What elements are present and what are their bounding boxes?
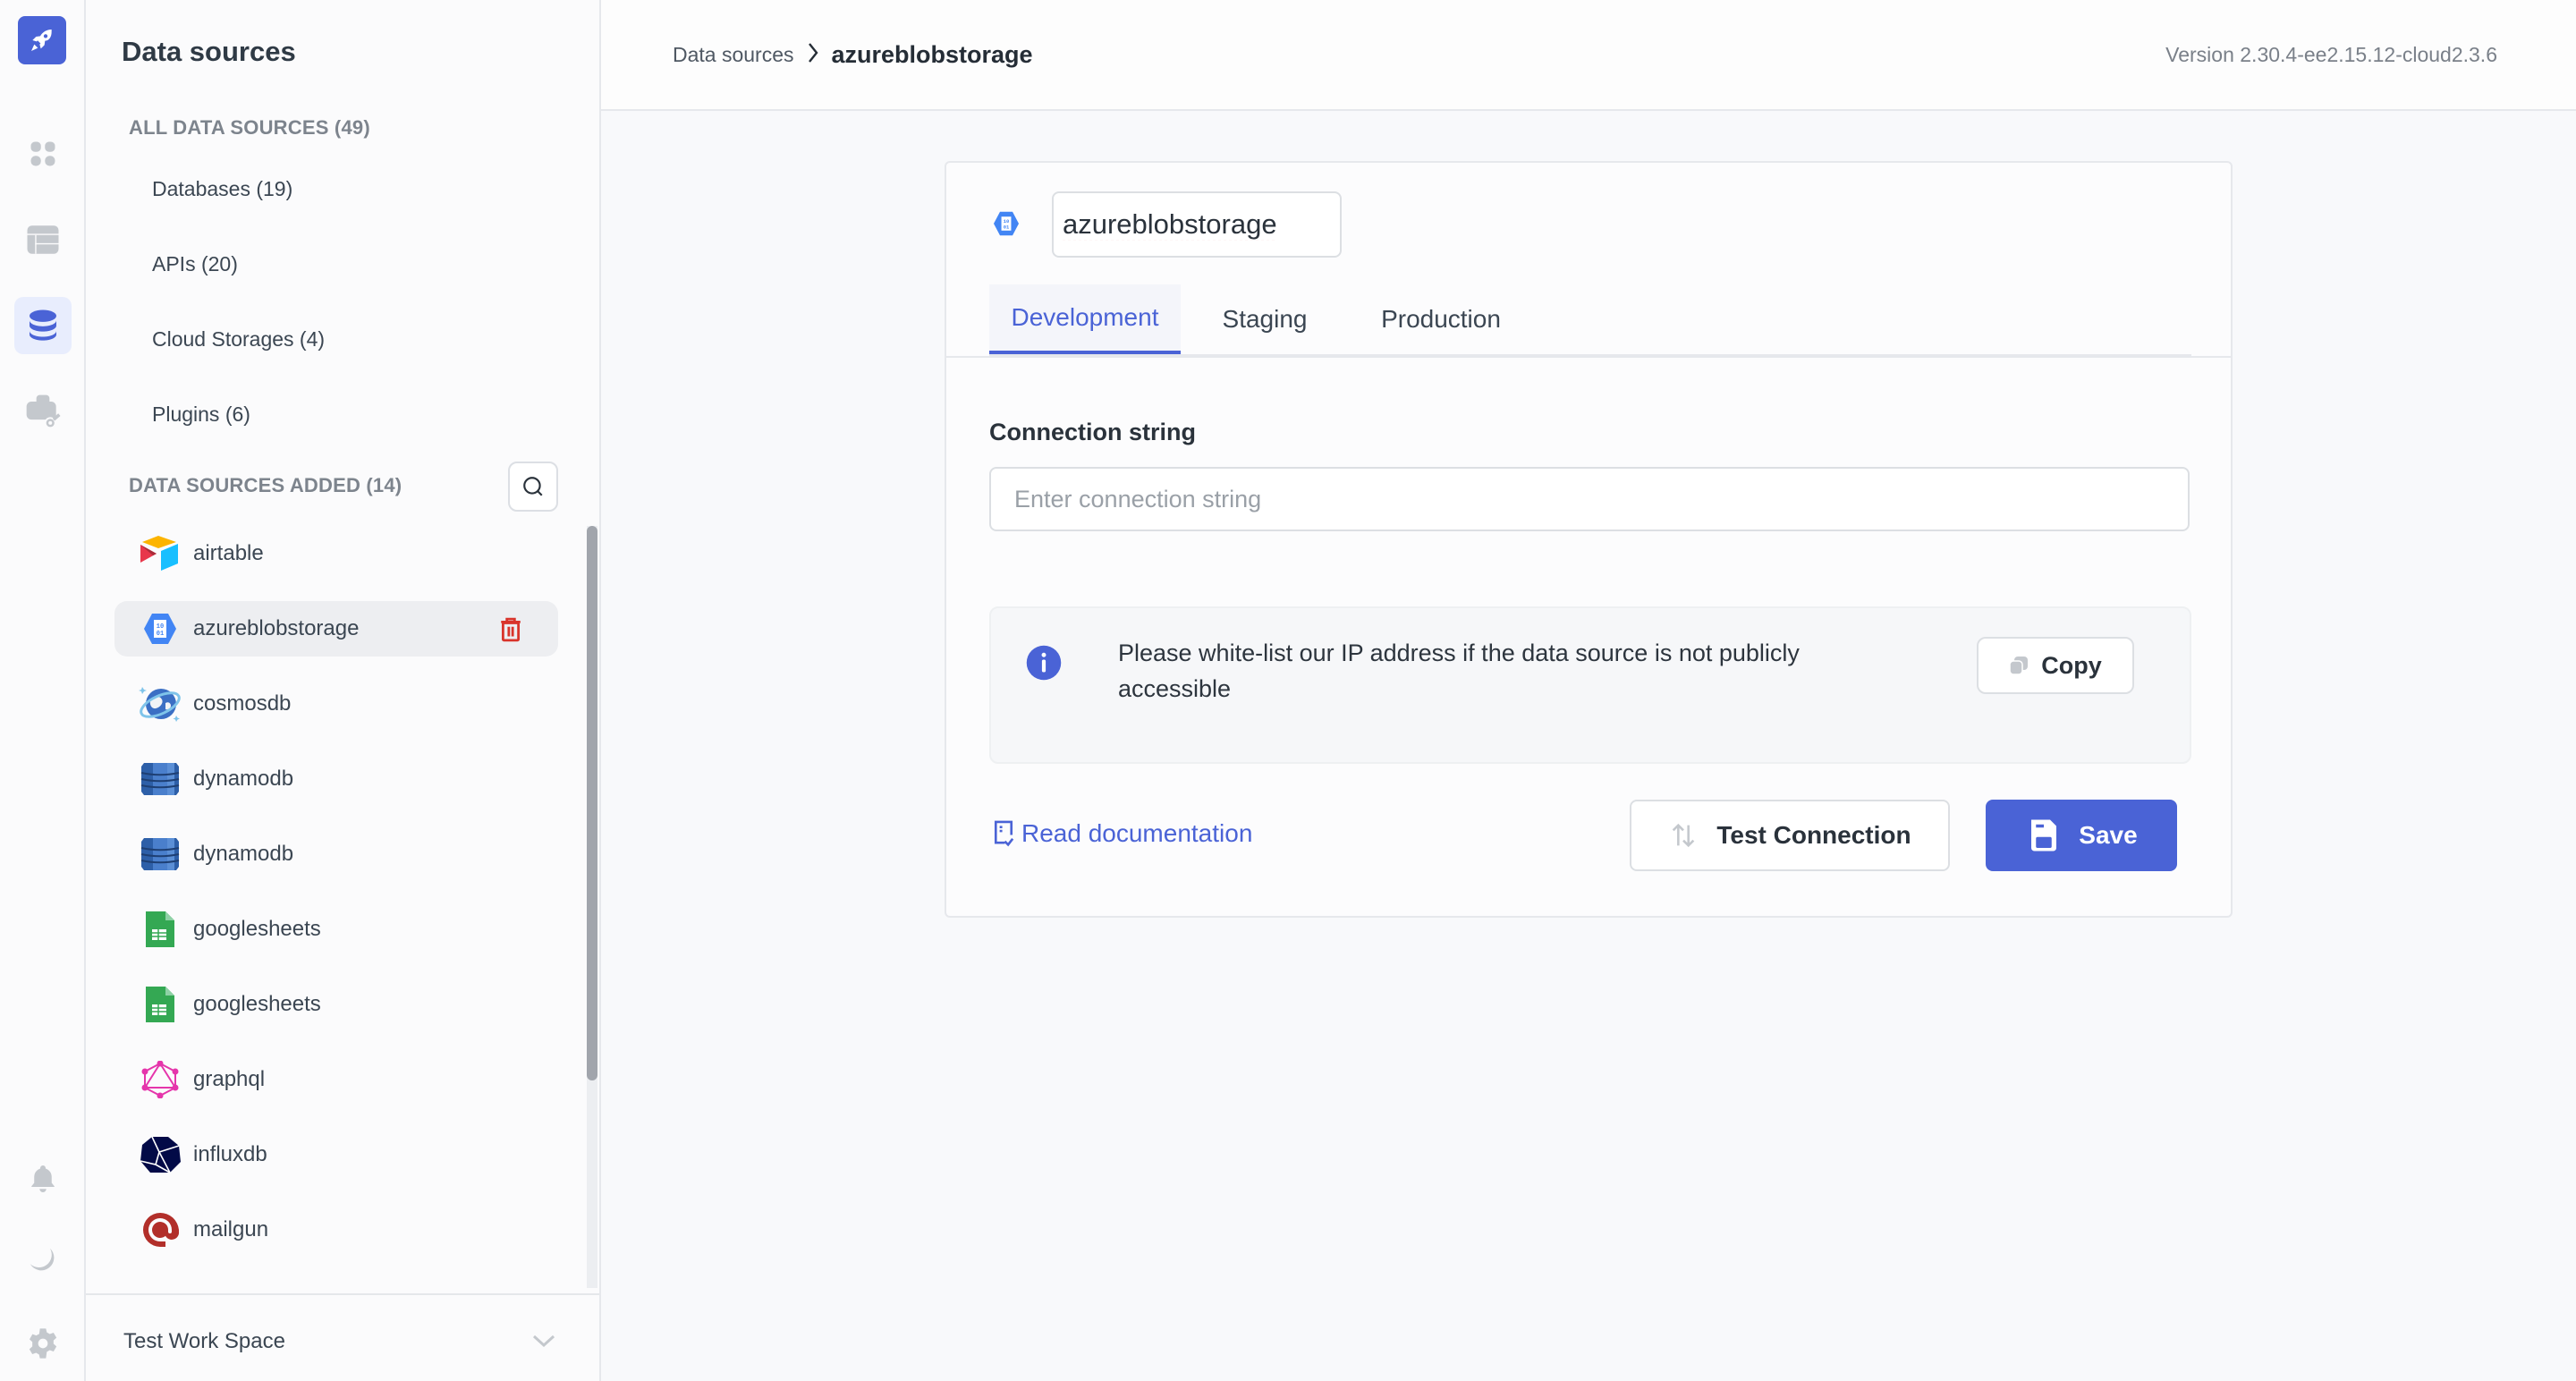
app-logo[interactable] xyxy=(18,16,66,64)
influxdb-icon xyxy=(138,1135,182,1174)
data-source-item-googlesheets-2[interactable]: googlesheets xyxy=(114,977,558,1032)
rocket-icon xyxy=(31,30,52,51)
tab-development[interactable]: Development xyxy=(989,284,1181,354)
sidebar-divider xyxy=(86,1293,599,1295)
data-source-config-card: 10 01 Development Staging Production Con… xyxy=(945,161,2233,918)
rail-theme-toggle[interactable] xyxy=(14,1233,72,1290)
googlesheets-icon xyxy=(138,985,182,1024)
copy-ip-button[interactable]: Copy xyxy=(1977,637,2134,694)
workspace-selector[interactable]: Test Work Space xyxy=(123,1329,285,1354)
data-source-item-cosmosdb[interactable]: cosmosdb xyxy=(114,676,558,732)
gear-icon xyxy=(29,1328,57,1359)
search-data-sources-button[interactable] xyxy=(508,462,558,512)
rail-apps[interactable] xyxy=(14,125,72,182)
arrows-up-down-icon xyxy=(1673,823,1695,848)
azure-blob-icon: 10 01 xyxy=(993,211,1020,241)
search-icon xyxy=(523,477,543,496)
sidebar-scrollbar-thumb[interactable] xyxy=(587,526,597,1080)
dynamodb-icon xyxy=(138,759,182,799)
database-icon xyxy=(30,309,56,341)
rail-tables[interactable] xyxy=(14,211,72,268)
rail-workspace-variables[interactable] xyxy=(14,383,72,440)
category-plugins[interactable]: Plugins (6) xyxy=(152,402,250,427)
data-source-item-azureblobstorage[interactable]: 10 01 azureblobstorage xyxy=(114,601,558,657)
data-source-item-mailgun[interactable]: mailgun xyxy=(114,1202,558,1258)
category-databases[interactable]: Databases (19) xyxy=(152,177,292,201)
chevron-down-icon[interactable] xyxy=(531,1333,556,1353)
mailgun-icon xyxy=(138,1210,182,1250)
table-icon xyxy=(27,225,59,254)
save-icon xyxy=(2031,819,2057,851)
dynamodb-icon xyxy=(138,835,182,874)
whitelist-info-box: Please white-list our IP address if the … xyxy=(989,606,2191,764)
connection-string-label: Connection string xyxy=(989,419,1196,445)
read-documentation-label: Read documentation xyxy=(1021,819,1253,847)
grid-icon xyxy=(30,141,55,166)
data-source-item-googlesheets[interactable]: googlesheets xyxy=(114,902,558,957)
save-button[interactable]: Save xyxy=(1986,800,2177,871)
top-header: Data sources azureblobstorage Version 2.… xyxy=(601,0,2576,111)
svg-text:01: 01 xyxy=(1004,224,1010,230)
breadcrumb-current: azureblobstorage xyxy=(831,41,1033,68)
category-apis[interactable]: APIs (20) xyxy=(152,252,238,276)
rail-settings[interactable] xyxy=(14,1315,72,1372)
connection-string-input[interactable] xyxy=(989,467,2190,531)
data-source-item-influxdb[interactable]: influxdb xyxy=(114,1127,558,1182)
card-divider xyxy=(946,356,2231,358)
svg-text:10: 10 xyxy=(157,623,164,631)
data-source-item-dynamodb-2[interactable]: dynamodb xyxy=(114,826,558,882)
googlesheets-icon xyxy=(138,910,182,949)
data-source-item-dynamodb[interactable]: dynamodb xyxy=(114,751,558,807)
breadcrumb: Data sources azureblobstorage xyxy=(673,41,1033,69)
tab-staging[interactable]: Staging xyxy=(1193,284,1336,354)
data-source-item-airtable[interactable]: airtable xyxy=(114,526,558,581)
copy-label: Copy xyxy=(2041,651,2102,679)
data-source-item-graphql[interactable]: graphql xyxy=(114,1052,558,1107)
rail-data-sources[interactable] xyxy=(14,297,72,354)
icon-rail xyxy=(0,0,86,1381)
read-documentation-link[interactable]: Read documentation xyxy=(993,819,1252,848)
all-data-sources-label: ALL DATA SOURCES (49) xyxy=(129,116,370,139)
documentation-icon xyxy=(994,820,1014,847)
chevron-right-icon xyxy=(807,42,819,68)
whitelist-info-text: Please white-list our IP address if the … xyxy=(1118,640,1800,702)
info-icon xyxy=(1025,644,1063,686)
cosmosdb-icon xyxy=(138,684,182,724)
test-connection-label: Test Connection xyxy=(1716,821,1911,849)
delete-data-source-button[interactable] xyxy=(499,617,522,647)
data-source-name-input[interactable] xyxy=(1052,191,1342,258)
breadcrumb-data-sources[interactable]: Data sources xyxy=(673,43,794,67)
moon-icon xyxy=(30,1248,55,1271)
bell-icon xyxy=(31,1165,55,1192)
save-label: Save xyxy=(2079,821,2138,849)
trash-icon xyxy=(501,617,521,642)
version-label: Version 2.30.4-ee2.15.12-cloud2.3.6 xyxy=(2165,43,2497,66)
azure-blob-icon: 10 01 xyxy=(138,609,182,648)
data-sources-added-label: DATA SOURCES ADDED (14) xyxy=(129,474,402,496)
test-connection-button[interactable]: Test Connection xyxy=(1630,800,1950,871)
tab-production[interactable]: Production xyxy=(1347,284,1535,354)
category-cloud-storages[interactable]: Cloud Storages (4) xyxy=(152,327,325,352)
svg-text:01: 01 xyxy=(157,631,164,638)
data-sources-sidebar: Data sources ALL DATA SOURCES (49) Datab… xyxy=(86,0,601,1381)
copy-icon xyxy=(2009,657,2029,675)
airtable-icon xyxy=(138,534,182,573)
sidebar-title: Data sources xyxy=(122,36,296,67)
rail-notifications[interactable] xyxy=(14,1150,72,1207)
environment-tabs: Development Staging Production xyxy=(989,284,2191,356)
briefcase-key-icon xyxy=(26,394,61,429)
graphql-icon xyxy=(138,1060,182,1099)
